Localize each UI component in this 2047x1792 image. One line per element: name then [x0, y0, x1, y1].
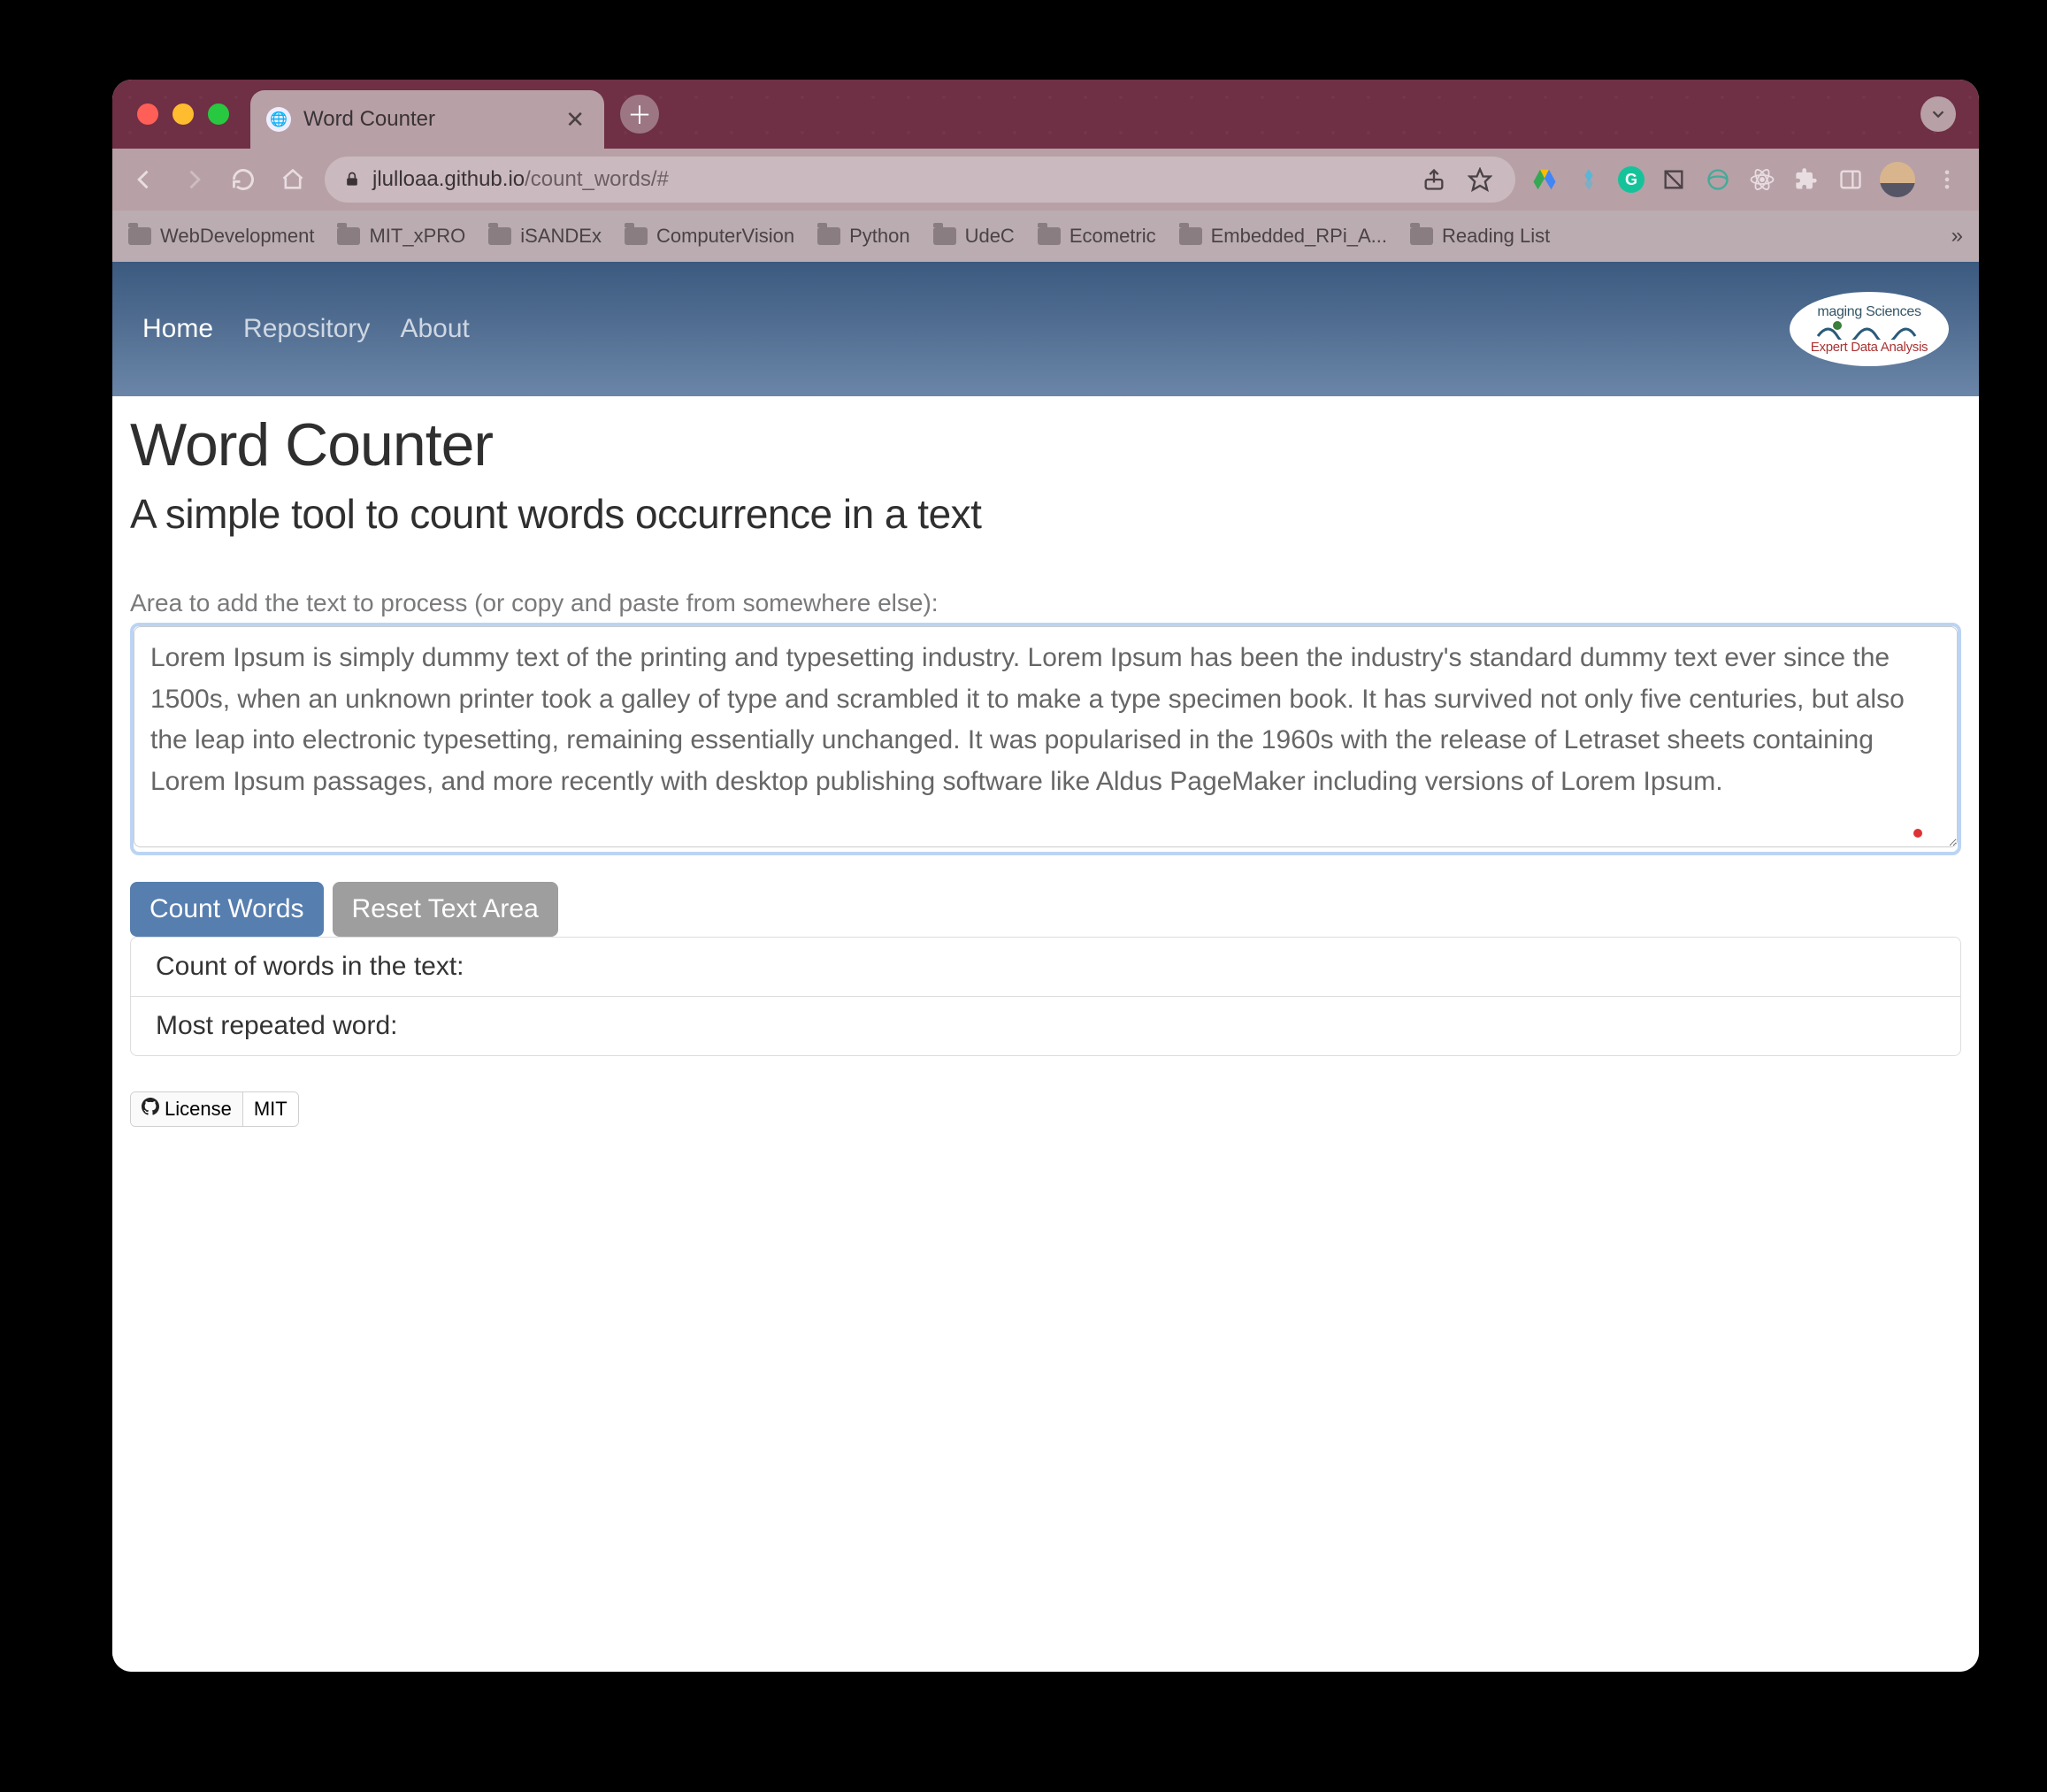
- tab-favicon: 🌐: [266, 107, 291, 132]
- bookmark-label: Ecometric: [1070, 225, 1156, 248]
- bookmark-label: iSANDEx: [520, 225, 602, 248]
- bookmark-folder[interactable]: WebDevelopment: [128, 225, 314, 248]
- folder-icon: [1410, 227, 1433, 245]
- url-text: jlulloaa.github.io/count_words/#: [372, 167, 669, 192]
- sidepanel-icon[interactable]: [1836, 165, 1866, 195]
- window-zoom-button[interactable]: [208, 103, 229, 125]
- count-words-button[interactable]: Count Words: [130, 882, 324, 937]
- extension-icon-4[interactable]: [1659, 165, 1689, 195]
- bookmark-folder[interactable]: UdeC: [933, 225, 1015, 248]
- extensions-puzzle-icon[interactable]: [1791, 165, 1821, 195]
- nav-link-repository[interactable]: Repository: [243, 314, 370, 344]
- address-bar[interactable]: jlulloaa.github.io/count_words/#: [325, 157, 1515, 203]
- bookmark-folder[interactable]: Ecometric: [1038, 225, 1156, 248]
- nav-forward-button[interactable]: [176, 162, 211, 197]
- lock-icon: [342, 170, 362, 189]
- bookmark-label: Reading List: [1442, 225, 1550, 248]
- folder-icon: [933, 227, 956, 245]
- nav-reload-button[interactable]: [226, 162, 261, 197]
- bookmark-label: Python: [849, 225, 910, 248]
- site-nav: Home Repository About: [142, 314, 470, 344]
- logo-line1: maging Sciences: [1817, 304, 1920, 320]
- tab-title: Word Counter: [303, 107, 553, 132]
- nav-link-about[interactable]: About: [400, 314, 469, 344]
- browser-menu-icon[interactable]: [1929, 162, 1965, 197]
- site-header: Home Repository About maging Sciences Ex…: [112, 262, 1979, 396]
- page-title: Word Counter: [130, 410, 1961, 479]
- bookmark-folder[interactable]: iSANDEx: [488, 225, 602, 248]
- nav-back-button[interactable]: [126, 162, 162, 197]
- url-toolbar: jlulloaa.github.io/count_words/# G: [112, 149, 1979, 211]
- bookmark-folder[interactable]: Reading List: [1410, 225, 1550, 248]
- bookmark-folder[interactable]: MIT_xPRO: [337, 225, 465, 248]
- folder-icon: [625, 227, 648, 245]
- site-logo[interactable]: maging Sciences Expert Data Analysis: [1790, 292, 1949, 366]
- extension-drive-icon[interactable]: [1530, 165, 1560, 195]
- bookmark-folder[interactable]: Embedded_RPi_A...: [1179, 225, 1387, 248]
- extension-react-icon[interactable]: [1747, 165, 1777, 195]
- bookmarks-bar: WebDevelopment MIT_xPRO iSANDEx Computer…: [112, 211, 1979, 262]
- profile-avatar[interactable]: [1880, 162, 1915, 197]
- browser-tab[interactable]: 🌐 Word Counter ✕: [250, 90, 604, 149]
- license-badge[interactable]: License MIT: [130, 1091, 299, 1127]
- window-traffic-lights: [112, 103, 250, 125]
- url-host: jlulloaa.github.io: [372, 167, 525, 191]
- folder-icon: [128, 227, 151, 245]
- result-count-row: Count of words in the text:: [131, 938, 1960, 996]
- extension-icon-5[interactable]: [1703, 165, 1733, 195]
- logo-squiggle-icon: [1816, 320, 1922, 340]
- badge-right-text: MIT: [242, 1092, 298, 1126]
- tab-close-icon[interactable]: ✕: [565, 106, 585, 134]
- bookmark-label: Embedded_RPi_A...: [1211, 225, 1387, 248]
- bookmark-star-icon[interactable]: [1462, 162, 1498, 197]
- reset-text-button[interactable]: Reset Text Area: [333, 882, 558, 937]
- bookmark-label: UdeC: [965, 225, 1015, 248]
- badge-left-text: License: [165, 1098, 232, 1121]
- button-row: Count Words Reset Text Area: [130, 882, 1961, 937]
- textarea-label: Area to add the text to process (or copy…: [130, 589, 1961, 617]
- folder-icon: [488, 227, 511, 245]
- bookmark-label: MIT_xPRO: [369, 225, 465, 248]
- extension-grammarly-icon[interactable]: G: [1618, 166, 1644, 193]
- tabs-overflow-button[interactable]: [1920, 96, 1956, 132]
- bookmark-label: ComputerVision: [656, 225, 794, 248]
- nav-link-home[interactable]: Home: [142, 314, 213, 344]
- bookmarks-overflow-icon[interactable]: »: [1951, 224, 1963, 249]
- url-path: /count_words/#: [525, 167, 669, 191]
- folder-icon: [817, 227, 840, 245]
- page-viewport: Home Repository About maging Sciences Ex…: [112, 262, 1979, 1672]
- logo-line2: Expert Data Analysis: [1811, 340, 1928, 355]
- page-content: Word Counter A simple tool to count word…: [112, 396, 1979, 1141]
- new-tab-button[interactable]: ＋: [620, 95, 659, 134]
- nav-home-button[interactable]: [275, 162, 310, 197]
- text-input-area[interactable]: [134, 626, 1958, 847]
- extension-icon-2[interactable]: [1574, 165, 1604, 195]
- badge-row: License MIT: [130, 1091, 1961, 1127]
- page-subtitle: A simple tool to count words occurrence …: [130, 490, 1961, 538]
- textarea-wrap: [130, 623, 1961, 855]
- results-list: Count of words in the text: Most repeate…: [130, 937, 1961, 1056]
- folder-icon: [1179, 227, 1202, 245]
- folder-icon: [337, 227, 360, 245]
- folder-icon: [1038, 227, 1061, 245]
- titlebar: 🌐 Word Counter ✕ ＋: [112, 80, 1979, 149]
- grammarly-indicator-icon[interactable]: [1913, 829, 1922, 838]
- browser-window: 🌐 Word Counter ✕ ＋ jlulloaa.github: [112, 80, 1979, 1672]
- result-most-row: Most repeated word:: [131, 996, 1960, 1055]
- bookmark-folder[interactable]: Python: [817, 225, 910, 248]
- share-icon[interactable]: [1416, 162, 1452, 197]
- bookmark-label: WebDevelopment: [160, 225, 314, 248]
- github-icon: [142, 1098, 159, 1121]
- window-minimize-button[interactable]: [172, 103, 194, 125]
- window-close-button[interactable]: [137, 103, 158, 125]
- bookmark-folder[interactable]: ComputerVision: [625, 225, 794, 248]
